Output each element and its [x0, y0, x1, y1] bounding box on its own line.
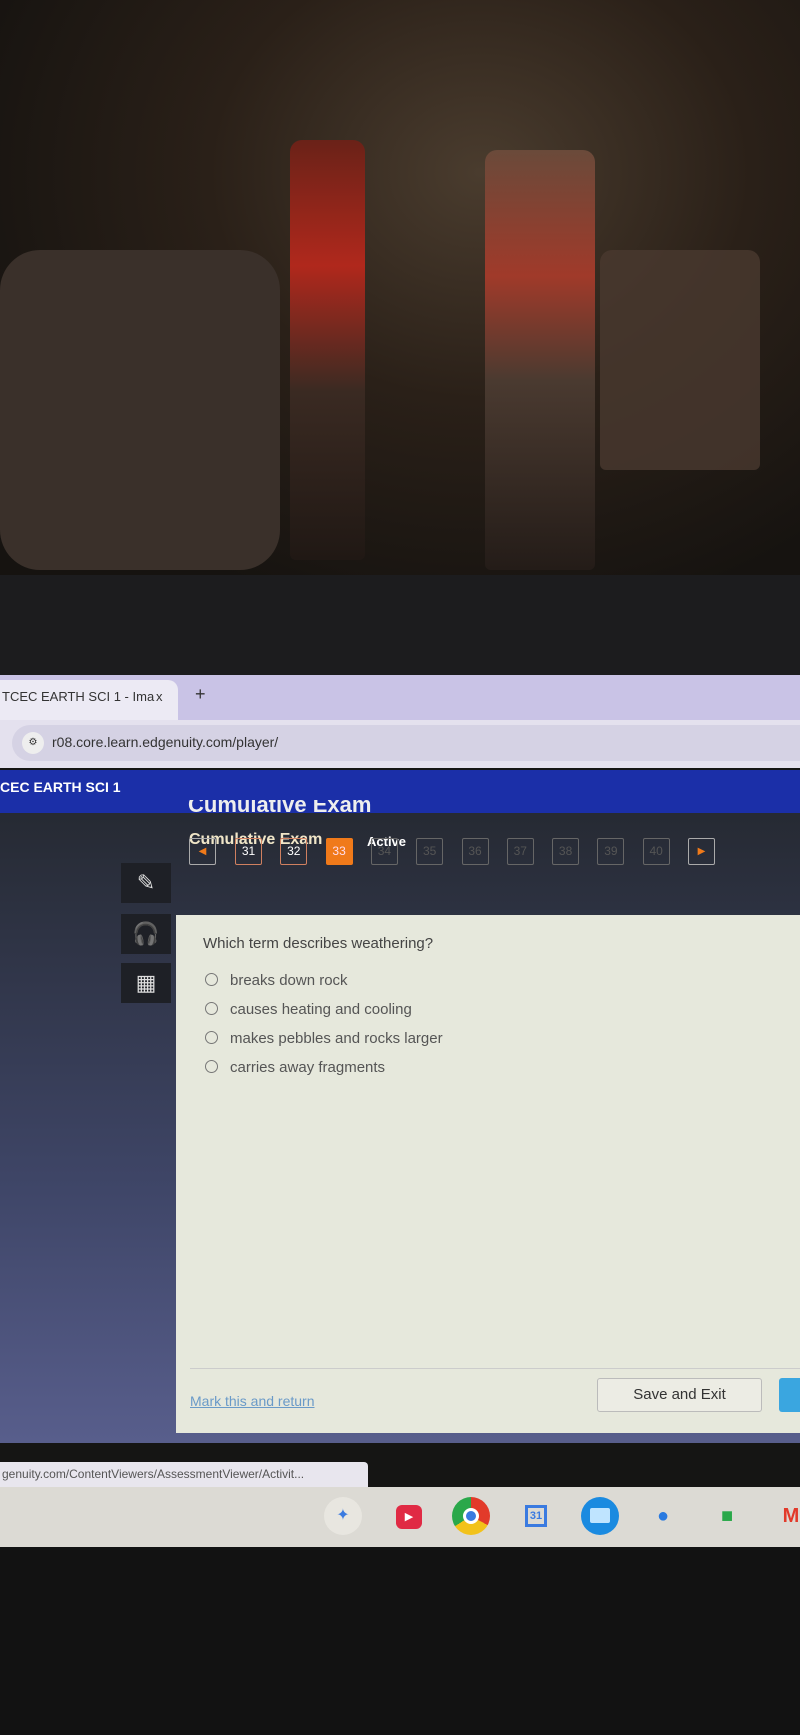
- question-text: Which term describes weathering?: [203, 935, 434, 952]
- new-tab-button[interactable]: +: [195, 684, 206, 705]
- question-38-button[interactable]: 38: [552, 838, 580, 865]
- monitor-bezel-lower: [0, 1547, 800, 1735]
- answer-option[interactable]: causes heating and cooling: [205, 1001, 412, 1018]
- question-35-button[interactable]: 35: [416, 838, 444, 865]
- divider: [190, 1368, 800, 1369]
- question-39-button[interactable]: 39: [597, 838, 625, 865]
- save-and-exit-button[interactable]: Save and Exit: [597, 1378, 762, 1412]
- chat-icon[interactable]: ●: [644, 1497, 682, 1535]
- url-text: r08.core.learn.edgenuity.com/player/: [52, 734, 279, 750]
- question-panel: [176, 915, 800, 1433]
- question-33-button[interactable]: 33: [325, 838, 353, 865]
- radio-button[interactable]: [205, 1060, 218, 1073]
- tab-title: TCEC EARTH SCI 1 - Ima: [2, 689, 155, 704]
- mark-and-return-link[interactable]: Mark this and return: [190, 1393, 315, 1409]
- question-37-button[interactable]: 37: [506, 838, 534, 865]
- background-photo: [0, 0, 800, 575]
- exam-title: Cumulative Exam: [188, 800, 372, 817]
- browser-tab[interactable]: TCEC EARTH SCI 1 - Ima x: [0, 680, 178, 720]
- question-31-button[interactable]: 31: [235, 838, 262, 865]
- next-question-button[interactable]: ▶: [688, 838, 715, 865]
- answer-option[interactable]: carries away fragments: [205, 1059, 385, 1076]
- question-34-button[interactable]: 34: [370, 838, 398, 865]
- gemini-icon[interactable]: ✦: [324, 1497, 362, 1535]
- headphones-icon[interactable]: 🎧: [121, 914, 171, 954]
- tab-close-icon[interactable]: x: [156, 689, 163, 704]
- prev-question-button[interactable]: ◀: [189, 838, 216, 865]
- status-bar-url: genuity.com/ContentViewers/AssessmentVie…: [0, 1462, 368, 1487]
- answer-option[interactable]: makes pebbles and rocks larger: [205, 1030, 443, 1047]
- answer-option[interactable]: breaks down rock: [205, 972, 348, 989]
- question-36-button[interactable]: 36: [461, 838, 489, 865]
- question-32-button[interactable]: 32: [280, 838, 308, 865]
- chrome-icon[interactable]: [452, 1497, 490, 1535]
- question-40-button[interactable]: 40: [642, 838, 670, 865]
- pencil-icon[interactable]: ✎: [121, 863, 171, 903]
- site-settings-icon[interactable]: ⚙: [22, 732, 44, 754]
- next-button[interactable]: [779, 1378, 800, 1412]
- radio-button[interactable]: [205, 1031, 218, 1044]
- calculator-icon[interactable]: ▦: [121, 963, 171, 1003]
- radio-button[interactable]: [205, 973, 218, 986]
- meet-icon[interactable]: ■: [708, 1497, 746, 1535]
- files-icon[interactable]: [581, 1497, 619, 1535]
- radio-button[interactable]: [205, 1002, 218, 1015]
- course-title: CEC EARTH SCI 1: [0, 779, 121, 795]
- course-header: CEC EARTH SCI 1: [0, 770, 800, 813]
- address-bar[interactable]: ⚙ r08.core.learn.edgenuity.com/player/: [12, 725, 800, 761]
- monitor-bezel: [0, 575, 800, 675]
- calendar-icon[interactable]: 31: [517, 1497, 555, 1535]
- youtube-icon[interactable]: ▶: [390, 1497, 428, 1535]
